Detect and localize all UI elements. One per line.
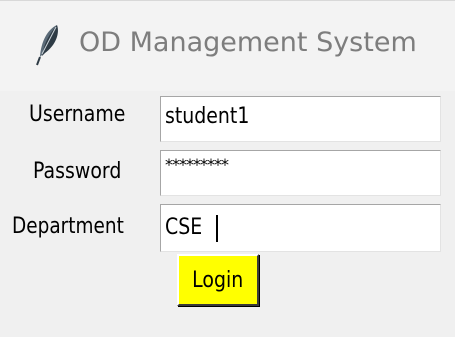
- login-button[interactable]: Login: [177, 254, 259, 306]
- feather-icon: [36, 25, 58, 66]
- login-button-label: Login: [192, 267, 244, 293]
- password-value: *********: [165, 155, 229, 174]
- department-value: CSE: [165, 215, 203, 240]
- password-label: Password: [33, 159, 122, 184]
- text-caret: [216, 215, 218, 242]
- title-bar[interactable]: OD Management System: [0, 1, 455, 91]
- app-window: OD Management System Username student1 P…: [0, 0, 455, 337]
- username-value: student1: [165, 104, 250, 129]
- window-title: OD Management System: [79, 27, 417, 58]
- department-label: Department: [12, 214, 124, 239]
- username-label: Username: [29, 102, 126, 127]
